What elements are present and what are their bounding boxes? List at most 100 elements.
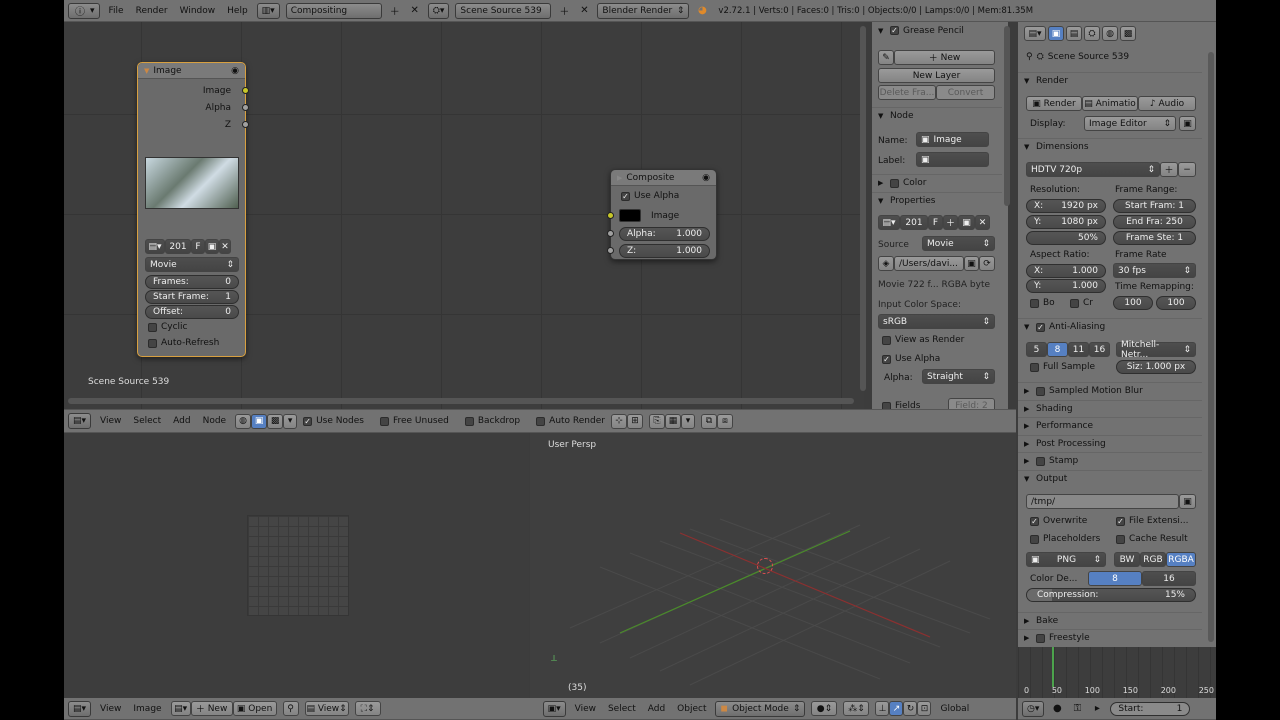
filepath-field[interactable]: /Users/davi...: [894, 256, 964, 271]
menu-add[interactable]: Add: [645, 704, 668, 714]
aa-filter-dropdown[interactable]: Mitchell-Netr... ⇕: [1116, 340, 1196, 360]
aspect-x-field[interactable]: X: 1.000: [1026, 264, 1106, 278]
timeline[interactable]: 0 50 100 150 200 250: [1018, 647, 1216, 698]
start-frame-field[interactable]: Start: 1: [1110, 701, 1191, 716]
node-section[interactable]: ▼ Node: [872, 107, 1002, 124]
aa-samples-5[interactable]: 5: [1026, 342, 1047, 357]
snap-icon[interactable]: ⊹: [610, 413, 627, 429]
compression-slider[interactable]: Compression: 15%: [1026, 588, 1196, 602]
resolution-x-field[interactable]: X: 1920 px: [1026, 199, 1106, 213]
color-section[interactable]: ▶ Color: [872, 174, 1002, 191]
image-node[interactable]: ▼ Image ◉ Image Alpha Z ▤▾ 201 F ▣ ✕ Movi…: [137, 62, 249, 357]
remove-preset-icon[interactable]: −: [1178, 162, 1196, 177]
fake-user-button[interactable]: F: [928, 215, 943, 230]
frame-step-field[interactable]: Frame Ste: 1: [1113, 231, 1196, 245]
texture-nodes-icon[interactable]: ▩: [267, 413, 284, 429]
fake-user-button[interactable]: F: [191, 239, 205, 254]
convert-button[interactable]: Convert: [936, 85, 995, 100]
collapse-arrow-icon[interactable]: ▼: [144, 67, 149, 75]
start-frame-field[interactable]: Start Fram: 1: [1113, 199, 1196, 213]
menu-view[interactable]: View: [97, 416, 124, 426]
menu-view[interactable]: View: [97, 704, 124, 714]
border-checkbox[interactable]: Bo: [1030, 298, 1055, 308]
menu-view[interactable]: View: [572, 704, 599, 714]
dimensions-section[interactable]: ▼ Dimensions: [1018, 138, 1202, 155]
input-alpha-socket[interactable]: [607, 230, 614, 237]
auto-render-checkbox[interactable]: Auto Render: [536, 416, 605, 426]
image-browse-icon[interactable]: ▤▾: [878, 215, 900, 230]
new-layer-button[interactable]: New Layer: [878, 68, 995, 83]
horizontal-scrollbar[interactable]: [68, 398, 854, 404]
aa-size-field[interactable]: Siz: 1.000 px: [1116, 360, 1196, 374]
menu-add[interactable]: Add: [170, 416, 193, 426]
menu-object[interactable]: Object: [674, 704, 709, 714]
frames-field[interactable]: Frames: 0: [145, 275, 239, 289]
image-browse-icon[interactable]: ▤▾: [170, 701, 191, 716]
use-alpha-checkbox[interactable]: ✓ Use Alpha: [882, 354, 940, 364]
object-tab-icon[interactable]: ▩: [1120, 26, 1136, 41]
input-z-socket[interactable]: [607, 247, 614, 254]
delete-frame-button[interactable]: Delete Fra...: [878, 85, 936, 100]
display-channels-icon[interactable]: ⛶⇕: [354, 701, 381, 716]
render-engine-dropdown[interactable]: Blender Render ⇕: [597, 2, 690, 19]
cyclic-checkbox[interactable]: Cyclic: [148, 322, 188, 332]
scene-field[interactable]: Scene Source 539: [455, 2, 552, 19]
compositing-nodes-icon[interactable]: ▣: [251, 413, 268, 429]
source-dropdown[interactable]: Movie ⇕: [145, 257, 239, 272]
open-image-button[interactable]: ▣ Open: [232, 701, 277, 716]
audio-button[interactable]: ♪ Audio: [1138, 96, 1196, 111]
view-as-render-checkbox[interactable]: View as Render: [882, 335, 964, 345]
frame-number-field[interactable]: 201: [165, 239, 191, 254]
rotate-icon[interactable]: ↻: [903, 701, 918, 716]
new-grease-pencil-button[interactable]: ＋ New: [894, 50, 995, 65]
composite-node-header[interactable]: ▶ Composite ◉: [611, 170, 716, 186]
pencil-icon[interactable]: ✎: [878, 50, 894, 65]
editor-type-button[interactable]: ▤▾: [68, 700, 92, 717]
3d-cursor-icon[interactable]: [757, 558, 773, 574]
shading-section[interactable]: ▶ Shading: [1018, 400, 1202, 417]
aa-samples-8[interactable]: 8: [1047, 342, 1068, 357]
menu-window[interactable]: Window: [177, 6, 219, 16]
menu-node[interactable]: Node: [200, 416, 230, 426]
output-section[interactable]: ▼ Output: [1018, 470, 1202, 487]
sidebar-scrollbar[interactable]: [1004, 26, 1010, 206]
image-color-swatch[interactable]: [619, 209, 641, 222]
placeholders-checkbox[interactable]: Placeholders: [1030, 534, 1100, 544]
dropdown-arrow-icon[interactable]: ▾: [680, 413, 695, 429]
performance-section[interactable]: ▶ Performance: [1018, 417, 1202, 434]
editor-type-button[interactable]: ⓘ ▾: [68, 2, 100, 19]
view-mode-dropdown[interactable]: ▤ View ⇕: [304, 701, 349, 716]
open-folder-icon[interactable]: ▣: [958, 215, 975, 230]
properties-section[interactable]: ▼ Properties: [872, 192, 1002, 209]
add-icon[interactable]: ＋: [943, 215, 958, 230]
aspect-y-field[interactable]: Y: 1.000: [1026, 279, 1106, 293]
reload-icon[interactable]: ⟳: [979, 256, 995, 271]
interaction-mode-dropdown[interactable]: ◼ Object Mode ⇕: [715, 700, 806, 717]
editor-type-button[interactable]: ◷▾: [1022, 700, 1045, 717]
new-image-button[interactable]: ＋ New: [190, 701, 233, 716]
world-tab-icon[interactable]: ◍: [1102, 26, 1118, 41]
unlink-icon[interactable]: ✕: [219, 239, 231, 254]
record-icon[interactable]: ●: [1050, 702, 1064, 716]
color-mode-rgb[interactable]: RGB: [1140, 552, 1166, 567]
stamp-section[interactable]: ▶ Stamp: [1018, 452, 1202, 469]
bake-section[interactable]: ▶ Bake: [1018, 612, 1202, 629]
output-image-socket[interactable]: [242, 87, 249, 94]
node-name-field[interactable]: ▣ Image: [916, 132, 989, 147]
z-field[interactable]: Z: 1.000: [619, 244, 710, 258]
shader-nodes-icon[interactable]: ◍: [235, 413, 252, 429]
post-processing-section[interactable]: ▶ Post Processing: [1018, 435, 1202, 452]
menu-file[interactable]: File: [106, 6, 127, 16]
node-preview-icon[interactable]: ◉: [702, 173, 710, 183]
add-preset-icon[interactable]: ＋: [1160, 162, 1178, 177]
viewport-shading-dropdown[interactable]: ●⇕: [811, 701, 838, 716]
render-preset-dropdown[interactable]: HDTV 720p ⇕: [1026, 162, 1160, 177]
free-unused-checkbox[interactable]: Free Unused: [379, 416, 449, 426]
use-nodes-checkbox[interactable]: ✓ Use Nodes: [303, 416, 364, 426]
overwrite-checkbox[interactable]: ✓ Overwrite: [1030, 516, 1087, 526]
aa-samples-11[interactable]: 11: [1068, 342, 1089, 357]
add-screen-icon[interactable]: ＋: [388, 4, 402, 18]
resolution-percent-field[interactable]: 50%: [1026, 231, 1106, 245]
render-button[interactable]: ▣ Render: [1026, 96, 1082, 111]
color-mode-bw[interactable]: BW: [1114, 552, 1140, 567]
